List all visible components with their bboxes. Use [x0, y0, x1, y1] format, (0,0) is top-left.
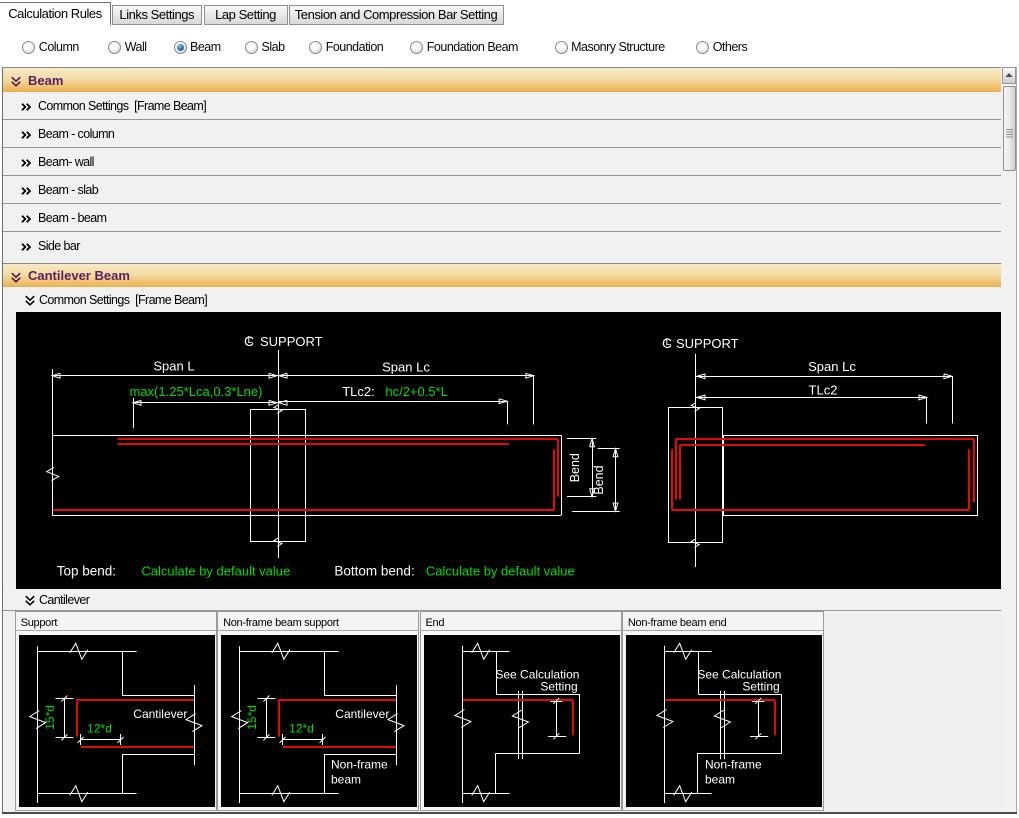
svg-text:12*d: 12*d [87, 721, 112, 735]
svg-text:beam: beam [705, 772, 735, 786]
svg-text:Setting: Setting [743, 679, 780, 693]
svg-text:15*d: 15*d [245, 705, 259, 730]
svg-text:L: L [666, 337, 672, 348]
svg-text:max(1.25*Lca,0.3*Lne): max(1.25*Lca,0.3*Lne) [130, 384, 263, 399]
svg-text:Bend: Bend [592, 465, 606, 494]
svg-text:TLc2:: TLc2: [342, 384, 375, 399]
svg-text:Top bend:: Top bend: [57, 564, 116, 579]
svg-text:TLc2: TLc2 [809, 382, 838, 397]
svg-text:SUPPORT: SUPPORT [676, 336, 739, 351]
svg-text:15*d: 15*d [43, 705, 57, 730]
svg-text:Calculate by default value: Calculate by default value [141, 564, 290, 579]
svg-text:Setting: Setting [540, 679, 577, 693]
svg-text:Span L: Span L [153, 359, 194, 374]
svg-text:Span Lc: Span Lc [808, 359, 856, 374]
svg-text:12*d: 12*d [290, 721, 315, 735]
svg-text:Non-frame: Non-frame [705, 757, 762, 771]
svg-text:Non-frame: Non-frame [331, 757, 388, 771]
svg-text:Bottom bend:: Bottom bend: [334, 564, 414, 579]
svg-text:beam: beam [331, 772, 361, 786]
svg-text:hc/2+0.5*L: hc/2+0.5*L [385, 384, 448, 399]
svg-text:Cantilever: Cantilever [133, 706, 187, 720]
svg-text:Bend: Bend [568, 453, 582, 482]
svg-text:Span Lc: Span Lc [382, 359, 430, 374]
svg-text:Cantilever: Cantilever [336, 706, 390, 720]
svg-text:SUPPORT: SUPPORT [260, 334, 323, 349]
svg-text:L: L [248, 335, 254, 346]
svg-text:Calculate by default value: Calculate by default value [426, 564, 575, 579]
